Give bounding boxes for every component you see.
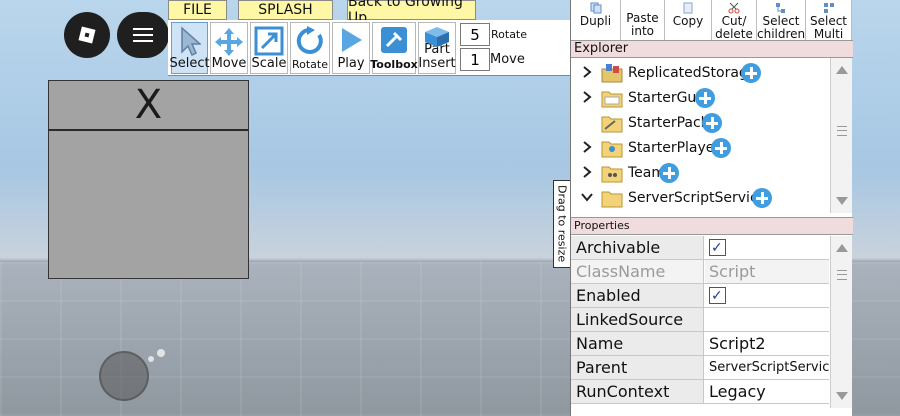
select-tool-button[interactable]: Select [169,22,210,74]
property-row-runcontext: RunContext Legacy [571,380,829,404]
explorer-header: Explorer [571,40,853,58]
select-multi-button[interactable]: Select Multi [806,0,852,41]
add-child-plus-icon[interactable] [741,63,761,83]
scissors-icon [728,2,740,14]
tab-file[interactable]: FILE [168,0,227,20]
tab-splash[interactable]: SPLASH [238,0,333,20]
cut-delete-button[interactable]: Cut/ delete [712,0,757,41]
play-button[interactable]: Play [332,22,370,74]
part-insert-button[interactable]: Part Insert [418,22,456,74]
chevron-right-icon[interactable] [581,66,593,78]
add-child-plus-icon[interactable] [695,88,715,108]
property-row-enabled: Enabled [571,284,829,308]
tree-item-starterpack[interactable]: StarterPack [571,110,831,135]
hamburger-icon [133,24,153,46]
thumbstick-dot [148,356,154,362]
explorer-tree: ReplicatedStorage StarterGui StarterPack… [571,58,831,213]
paste-into-button[interactable]: Paste into [621,0,665,40]
scroll-down-arrow-icon[interactable] [836,392,848,400]
properties-header: Properties [571,217,853,235]
rotate-step-label: Rotate [491,28,528,41]
folder-icon [601,141,623,158]
rotate-step-input[interactable]: 5 [460,23,490,46]
select-children-icon [776,3,785,13]
chevron-down-icon[interactable] [581,191,593,203]
property-row-parent: Parent ServerScriptService [571,356,829,380]
tree-item-serverscriptservice[interactable]: ServerScriptService [571,185,831,210]
scroll-up-arrow-icon[interactable] [836,66,848,74]
cursor-icon [180,26,201,56]
tab-back-to-growing-up[interactable]: Back to Growing Up [347,0,476,26]
explorer-panel: Dupli Paste into Copy Cut/ delete Select… [570,0,853,416]
scroll-up-arrow-icon[interactable] [836,244,848,252]
tree-item-startergui[interactable]: StarterGui [571,85,831,110]
select-multi-icon [823,3,834,13]
replicated-storage-icon [601,64,623,83]
toolbox-button[interactable]: Toolbox [370,22,418,74]
select-children-button[interactable]: Select children [757,0,806,41]
property-row-archivable: Archivable [571,236,829,260]
property-row-linkedsource: LinkedSource [571,308,829,332]
roblox-menu-button[interactable] [64,12,110,58]
add-child-plus-icon[interactable] [659,163,679,183]
toolbox-icon [381,27,407,53]
parent-value[interactable]: ServerScriptService [705,356,829,379]
duplicate-icon [590,2,601,14]
chevron-right-icon[interactable] [581,166,593,178]
scroll-down-arrow-icon[interactable] [836,197,848,205]
runcontext-dropdown[interactable]: Legacy [705,380,829,403]
scroll-grip-icon[interactable] [837,126,847,136]
hamburger-menu-button[interactable] [117,12,169,58]
play-icon [342,28,362,52]
folder-icon [601,191,623,208]
add-child-plus-icon[interactable] [711,138,731,158]
explorer-scrollbar[interactable] [830,58,852,213]
enabled-checkbox[interactable] [709,285,726,307]
thumbstick[interactable] [99,351,149,401]
rotate-icon [296,26,323,54]
part-cube-icon [425,27,449,47]
move-arrows-icon [215,28,243,56]
add-child-plus-icon[interactable] [702,113,722,133]
explorer-action-bar: Dupli Paste into Copy Cut/ delete Select… [571,0,853,41]
chevron-right-icon[interactable] [581,141,593,153]
folder-icon [601,91,623,108]
duplicate-button[interactable]: Dupli [571,0,621,40]
folder-icon [601,166,623,183]
chevron-right-icon[interactable] [581,91,593,103]
gui-close-button[interactable]: X [49,81,248,131]
tree-item-teams[interactable]: Teams [571,160,831,185]
properties-scrollbar[interactable] [830,236,852,408]
scroll-grip-icon[interactable] [837,270,847,280]
archivable-checkbox[interactable] [709,237,726,259]
property-row-name: Name Script2 [571,332,829,356]
add-child-plus-icon[interactable] [752,188,772,208]
copy-icon [683,2,693,14]
linkedsource-value-input[interactable] [705,308,829,331]
move-step-label: Move [490,52,525,67]
property-row-classname: ClassName Script [571,260,829,284]
thumbstick-dot [157,349,165,357]
name-value-input[interactable]: Script2 [705,332,829,355]
scale-tool-button[interactable]: Scale [250,22,288,74]
scale-icon [254,26,284,56]
gui-frame: X [48,80,249,279]
tool-bar: Select Move Scale Rotate Play Toolbox Pa… [168,20,571,76]
drag-to-resize-handle[interactable]: Drag to resize [553,180,571,268]
tree-item-replicatedstorage[interactable]: ReplicatedStorage [571,60,831,85]
roblox-logo-icon [78,26,96,44]
rotate-tool-button[interactable]: Rotate [290,22,330,74]
move-step-input[interactable]: 1 [460,48,490,71]
move-tool-button[interactable]: Move [210,22,248,74]
tree-item-starterplayer[interactable]: StarterPlayer [571,135,831,160]
folder-icon [601,116,623,133]
copy-button[interactable]: Copy [665,0,712,40]
